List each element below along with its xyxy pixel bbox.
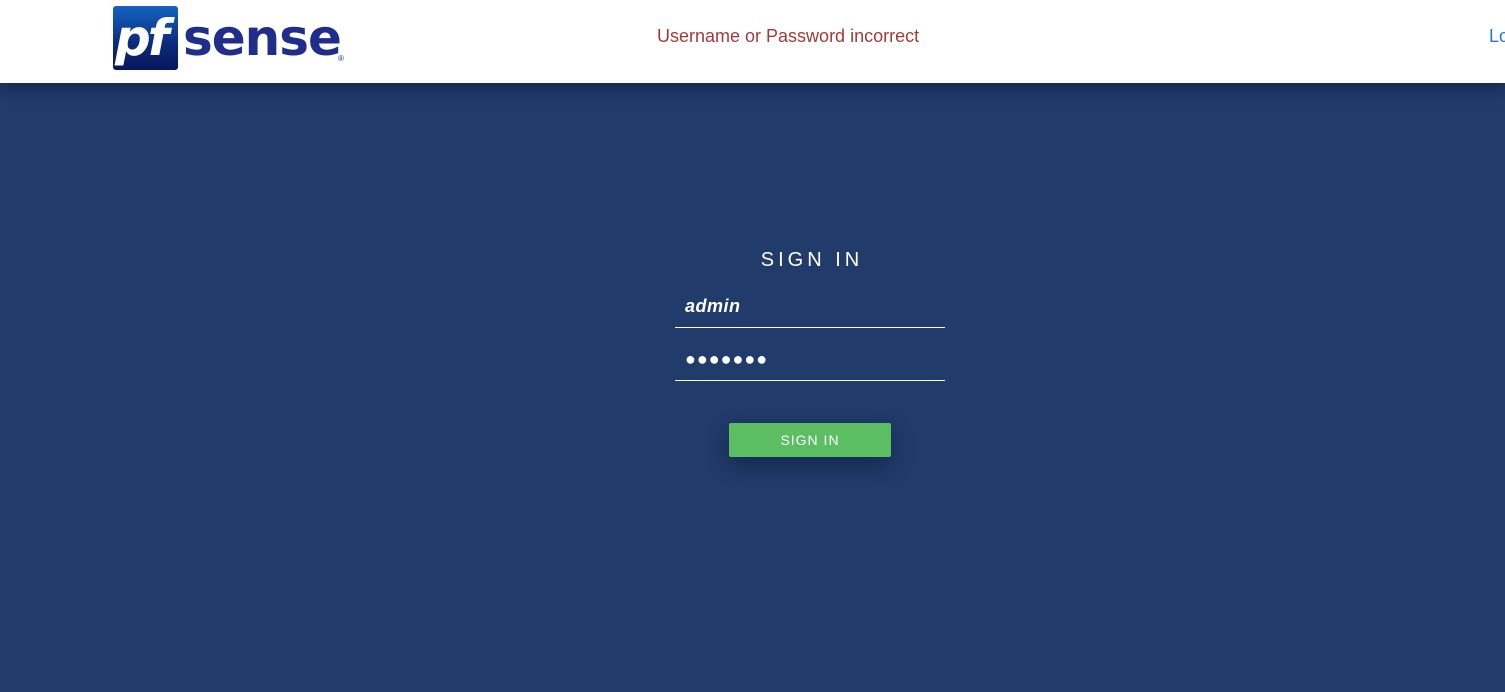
login-title: SIGN IN — [760, 249, 864, 271]
password-input[interactable] — [675, 338, 945, 380]
login-form: SIGN IN SIGN IN — [675, 245, 945, 457]
sign-in-button[interactable]: SIGN IN — [729, 423, 891, 457]
username-input[interactable] — [675, 285, 945, 327]
logout-link[interactable]: Lo — [1489, 25, 1505, 47]
password-field — [675, 338, 945, 381]
username-field — [675, 285, 945, 328]
top-bar: pf sense ® Username or Password incorrec… — [0, 0, 1505, 83]
logo-wordmark: sense — [183, 9, 342, 67]
registered-mark: ® — [338, 54, 344, 63]
logo-prefix: pf — [115, 9, 170, 67]
logo-mark: pf — [113, 6, 178, 70]
pfsense-logo[interactable]: pf sense ® — [113, 5, 353, 71]
login-error-message: Username or Password incorrect — [657, 26, 920, 46]
